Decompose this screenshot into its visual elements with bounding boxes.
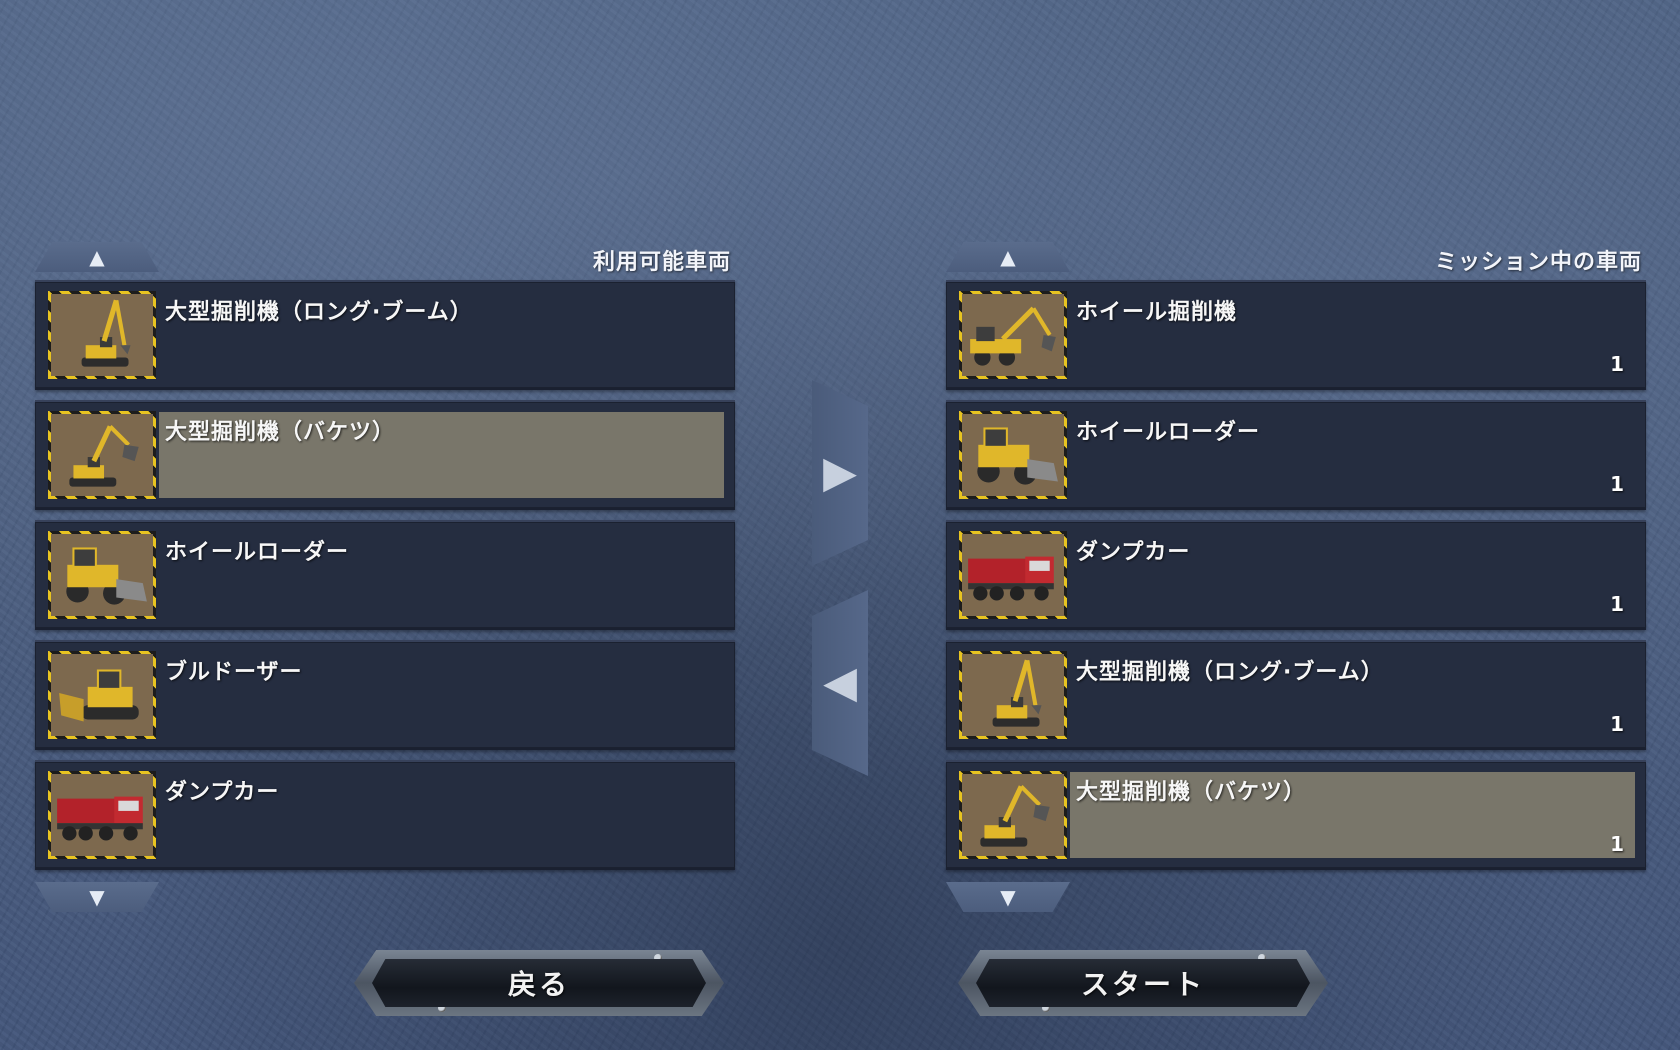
- dump-truck-icon: [48, 771, 156, 859]
- mission-item-0[interactable]: ホイール掘削機 1: [946, 280, 1646, 390]
- available-vehicles-list: 大型掘削機（ロング·ブーム） 大型掘削機（バケツ） ホイールローダー ブルドーザ…: [35, 280, 735, 880]
- arrow-left-icon: ◀: [823, 657, 857, 708]
- available-item-0[interactable]: 大型掘削機（ロング·ブーム）: [35, 280, 735, 390]
- bulldozer-icon: [48, 651, 156, 739]
- triangle-up-icon: ▲: [1000, 245, 1016, 269]
- vehicle-name: ダンプカー: [1076, 540, 1191, 565]
- mission-scroll-down-button[interactable]: ▼: [946, 882, 1070, 912]
- mission-scroll-up-button[interactable]: ▲: [946, 242, 1070, 272]
- arrow-right-icon: ▶: [823, 447, 857, 498]
- vehicle-count: 1: [1610, 352, 1624, 376]
- mission-item-2[interactable]: ダンプカー 1: [946, 520, 1646, 630]
- mission-item-3[interactable]: 大型掘削機（ロング·ブーム） 1: [946, 640, 1646, 750]
- available-item-2[interactable]: ホイールローダー: [35, 520, 735, 630]
- vehicle-name: 大型掘削機（バケツ）: [165, 420, 396, 445]
- wheeled-excavator-icon: [959, 291, 1067, 379]
- vehicle-name: 大型掘削機（ロング·ブーム）: [165, 300, 473, 325]
- start-button-label: スタート: [976, 959, 1310, 1007]
- vehicle-count: 1: [1610, 592, 1624, 616]
- available-item-4[interactable]: ダンプカー: [35, 760, 735, 870]
- add-vehicle-button[interactable]: ▶: [812, 380, 868, 566]
- vehicle-count: 1: [1610, 712, 1624, 736]
- back-button[interactable]: 戻る: [354, 950, 724, 1016]
- wheel-loader-icon: [959, 411, 1067, 499]
- vehicle-name: ダンプカー: [165, 780, 280, 805]
- vehicle-name: ホイールローダー: [1076, 420, 1261, 445]
- dump-truck-icon: [959, 531, 1067, 619]
- remove-vehicle-button[interactable]: ◀: [812, 590, 868, 776]
- available-item-3[interactable]: ブルドーザー: [35, 640, 735, 750]
- start-button[interactable]: スタート: [958, 950, 1328, 1016]
- mission-item-1[interactable]: ホイールローダー 1: [946, 400, 1646, 510]
- vehicle-name: ブルドーザー: [165, 660, 303, 685]
- bucket-excavator-icon: [48, 411, 156, 499]
- vehicle-name: ホイールローダー: [165, 540, 350, 565]
- wheel-loader-icon: [48, 531, 156, 619]
- triangle-down-icon: ▼: [89, 885, 105, 909]
- long-boom-excavator-icon: [959, 651, 1067, 739]
- vehicle-name: 大型掘削機（バケツ）: [1076, 780, 1307, 805]
- triangle-up-icon: ▲: [89, 245, 105, 269]
- available-item-1[interactable]: 大型掘削機（バケツ）: [35, 400, 735, 510]
- vehicle-count: 1: [1610, 472, 1624, 496]
- vehicle-name: 大型掘削機（ロング·ブーム）: [1076, 660, 1384, 685]
- back-button-label: 戻る: [372, 959, 706, 1007]
- bucket-excavator-icon: [959, 771, 1067, 859]
- mission-vehicles-title: ミッション中の車両: [1434, 250, 1642, 275]
- vehicle-name: ホイール掘削機: [1076, 300, 1238, 325]
- vehicle-count: 1: [1610, 832, 1624, 856]
- long-boom-excavator-icon: [48, 291, 156, 379]
- available-vehicles-title: 利用可能車両: [592, 250, 731, 275]
- mission-vehicles-list: ホイール掘削機 1 ホイールローダー 1 ダンプカー 1 大型掘削機（ロング·ブ…: [946, 280, 1646, 880]
- available-scroll-down-button[interactable]: ▼: [35, 882, 159, 912]
- triangle-down-icon: ▼: [1000, 885, 1016, 909]
- mission-item-4[interactable]: 大型掘削機（バケツ） 1: [946, 760, 1646, 870]
- available-scroll-up-button[interactable]: ▲: [35, 242, 159, 272]
